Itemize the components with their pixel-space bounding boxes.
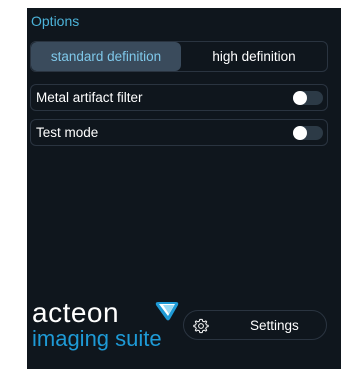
logo-wordmark-imaging-suite: imaging suite: [32, 326, 162, 351]
toggle-knob: [293, 91, 307, 105]
acteon-imaging-suite-logo: acteon imaging suite: [32, 298, 192, 358]
metal-artifact-filter-label: Metal artifact filter: [36, 90, 143, 105]
high-definition-option[interactable]: high definition: [181, 42, 327, 71]
definition-selector: standard definition high definition: [30, 41, 328, 72]
test-mode-row: Test mode: [30, 119, 328, 146]
metal-artifact-filter-row: Metal artifact filter: [30, 84, 328, 111]
metal-artifact-filter-toggle[interactable]: [293, 91, 323, 105]
toggle-knob: [293, 126, 307, 140]
options-title: Options: [31, 13, 80, 29]
settings-button[interactable]: Settings: [183, 310, 327, 340]
test-mode-toggle[interactable]: [293, 126, 323, 140]
settings-button-label: Settings: [250, 318, 299, 333]
options-panel: Options standard definition high definit…: [27, 8, 341, 369]
test-mode-label: Test mode: [36, 125, 99, 140]
gear-icon: [193, 318, 209, 334]
standard-definition-option[interactable]: standard definition: [31, 42, 181, 71]
logo-wordmark-acteon: acteon: [32, 297, 120, 328]
acteon-mark-icon: [155, 302, 179, 321]
